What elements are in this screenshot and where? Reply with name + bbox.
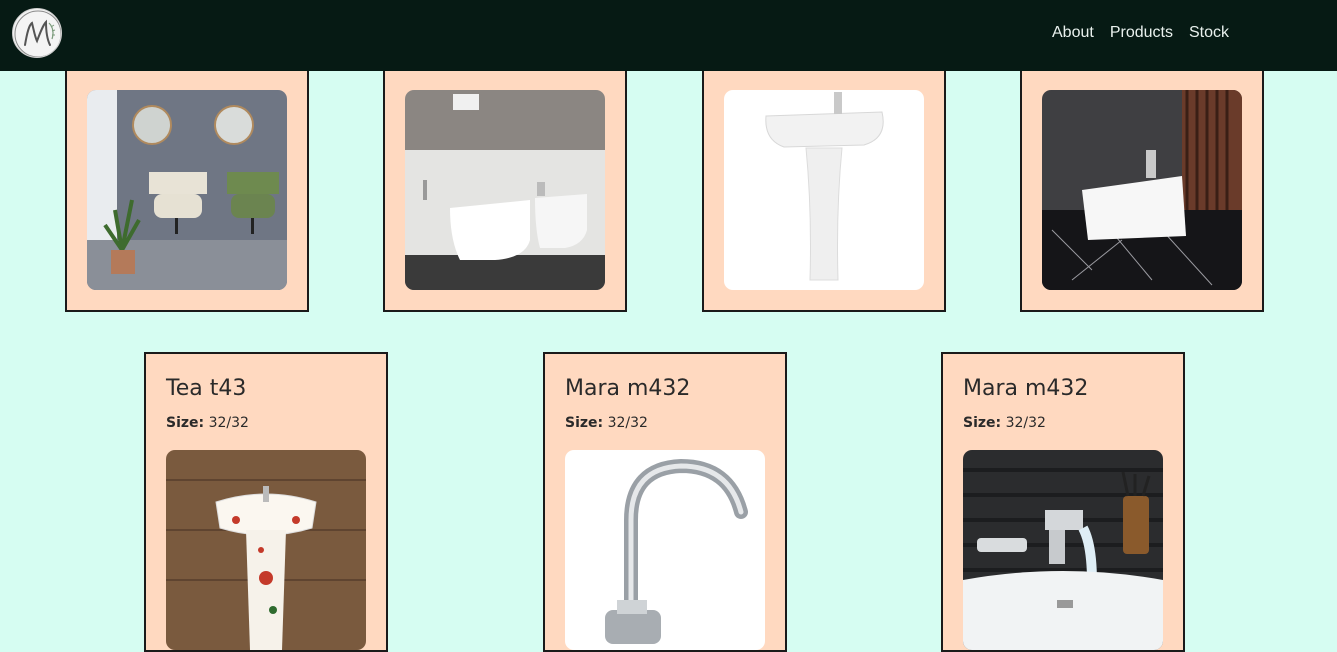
product-size: Size: 32/32 (963, 415, 1046, 431)
logo[interactable] (12, 8, 62, 58)
product-image (565, 450, 765, 650)
size-value: 32/32 (1005, 415, 1046, 431)
product-title: Tea t43 (166, 376, 247, 401)
product-card[interactable] (383, 60, 627, 312)
product-card[interactable] (702, 60, 946, 312)
size-label: Size: (565, 415, 604, 431)
product-image (963, 450, 1163, 650)
product-size: Size: 32/32 (565, 415, 648, 431)
size-value: 32/32 (208, 415, 249, 431)
nav-link-stock[interactable]: Stock (1189, 23, 1229, 43)
product-card[interactable]: Mara m432 Size: 32/32 (543, 352, 787, 652)
nav-link-products[interactable]: Products (1110, 23, 1173, 43)
size-value: 32/32 (607, 415, 648, 431)
product-image (166, 450, 366, 650)
product-card[interactable]: Mara m432 Size: 32/32 (941, 352, 1185, 652)
product-image (405, 90, 605, 290)
product-card[interactable] (65, 60, 309, 312)
product-title: Mara m432 (963, 376, 1089, 401)
product-card[interactable]: Tea t43 Size: 32/32 (144, 352, 388, 652)
navbar: About Products Stock (0, 0, 1337, 71)
size-label: Size: (166, 415, 205, 431)
product-title: Mara m432 (565, 376, 691, 401)
product-image (724, 90, 924, 290)
product-image (1042, 90, 1242, 290)
monogram-logo-icon (14, 10, 61, 57)
nav-links: About Products Stock (1052, 23, 1229, 43)
product-image (87, 90, 287, 290)
product-card[interactable] (1020, 60, 1264, 312)
product-size: Size: 32/32 (166, 415, 249, 431)
nav-link-about[interactable]: About (1052, 23, 1094, 43)
size-label: Size: (963, 415, 1002, 431)
